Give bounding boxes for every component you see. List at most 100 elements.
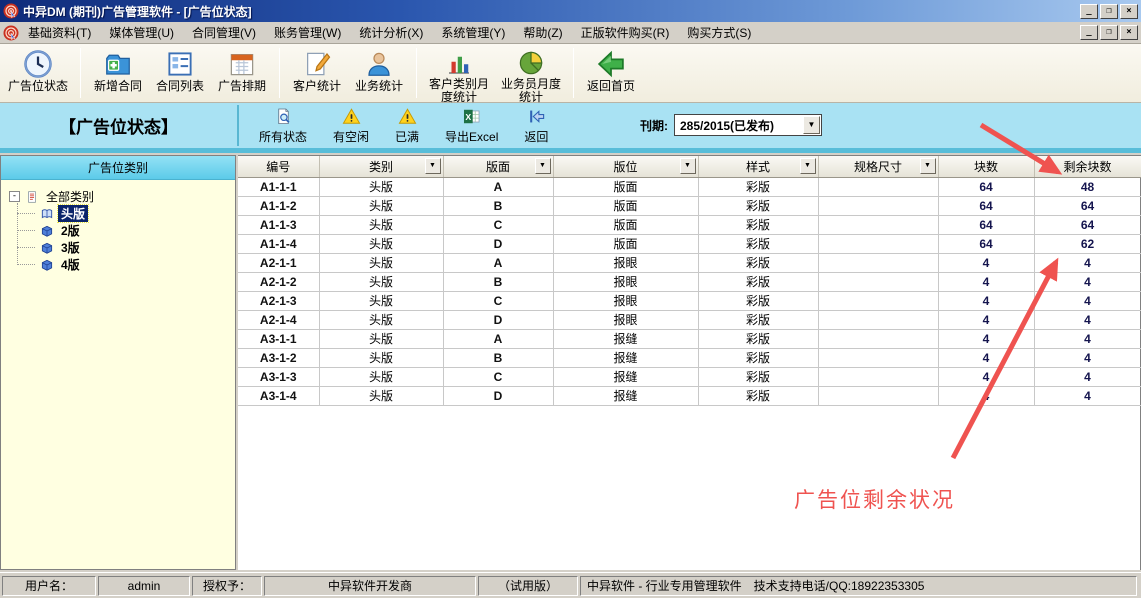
column-header-position[interactable]: 版位 ▼ <box>553 156 698 177</box>
subtoolbar-button-1[interactable]: 所有状态 <box>246 103 320 148</box>
column-header-style[interactable]: 样式 ▼ <box>698 156 818 177</box>
menu-item-2[interactable]: 媒体管理(U) <box>100 21 183 44</box>
status-cell-1: 用户名： <box>2 576 96 596</box>
menu-item-4[interactable]: 账务管理(W) <box>265 21 350 44</box>
cell-style: 彩版 <box>698 329 818 348</box>
column-header-category[interactable]: 类别▼ <box>319 156 443 177</box>
cell-blocks: 4 <box>938 386 1034 405</box>
column-header-id[interactable]: 编号 <box>238 156 319 177</box>
table-row-6[interactable]: A2-1-2头版B报眼彩版44 <box>238 272 1141 291</box>
menu-item-5[interactable]: 统计分析(X) <box>350 21 432 44</box>
table-row-1[interactable]: A1-1-1头版A版面彩版6448 <box>238 177 1141 196</box>
subtoolbar-button-2[interactable]: 有空闲 <box>320 103 382 148</box>
tree-item-root[interactable]: -全部类别 <box>9 188 235 205</box>
pie-chart-icon <box>516 48 546 78</box>
toolbar-button-clock[interactable]: 广告位状态 <box>2 46 74 100</box>
warning-icon <box>342 106 361 126</box>
menu-item-7[interactable]: 帮助(Z) <box>514 21 571 44</box>
column-header-size[interactable]: 规格尺寸▼ <box>818 156 938 177</box>
cell-size <box>818 253 938 272</box>
cell-size <box>818 177 938 196</box>
toolbar-button-category-chart[interactable]: 客户类别月度统计 <box>423 46 495 100</box>
cell-position: 报眼 <box>553 253 698 272</box>
main-toolbar: 广告位状态新增合同合同列表广告排期客户统计业务统计客户类别月度统计业务员月度统计… <box>0 44 1141 103</box>
chevron-down-icon[interactable]: ▼ <box>803 116 820 134</box>
menu-item-9[interactable]: 购买方式(S) <box>678 21 760 44</box>
toolbar-button-new-contract[interactable]: 新增合同 <box>87 46 149 100</box>
cell-position: 版面 <box>553 196 698 215</box>
subtoolbar-button-5[interactable]: 返回 <box>511 103 561 148</box>
back-arrow-icon <box>527 106 546 126</box>
subtoolbar-button-4[interactable]: X导出Excel <box>432 103 511 148</box>
cell-blocks: 4 <box>938 291 1034 310</box>
cell-page: C <box>443 215 553 234</box>
filter-button-size[interactable]: ▼ <box>920 158 936 174</box>
page-title: 【广告位状态】 <box>0 103 237 148</box>
menu-item-6[interactable]: 系统管理(Y) <box>432 21 514 44</box>
cell-page: D <box>443 386 553 405</box>
cell-position: 报眼 <box>553 272 698 291</box>
toolbar-button-contract-list[interactable]: 合同列表 <box>149 46 211 100</box>
column-header-blocks[interactable]: 块数 <box>938 156 1034 177</box>
app-icon <box>3 3 19 19</box>
filter-button-category[interactable]: ▼ <box>425 158 441 174</box>
status-cell-3: 授权予： <box>192 576 262 596</box>
cell-id: A1-1-4 <box>238 234 319 253</box>
tree-item-3[interactable]: 3版 <box>39 239 235 256</box>
book-icon <box>39 224 58 238</box>
column-header-label: 样式 <box>746 160 770 174</box>
sub-toolbar: 【广告位状态】 所有状态有空闲已满X导出Excel返回 刊期: 285/2015… <box>0 103 1141 148</box>
cell-size <box>818 329 938 348</box>
mdi-restore-button[interactable]: ❐ <box>1100 25 1118 40</box>
menu-item-3[interactable]: 合同管理(V) <box>183 21 265 44</box>
table-row-3[interactable]: A1-1-3头版C版面彩版6464 <box>238 215 1141 234</box>
menu-item-8[interactable]: 正版软件购买(R) <box>572 21 679 44</box>
toolbar-button-customer-stats[interactable]: 客户统计 <box>286 46 348 100</box>
toolbar-button-pie-chart[interactable]: 业务员月度统计 <box>495 46 567 100</box>
toolbar-button-business-stats[interactable]: 业务统计 <box>348 46 410 100</box>
cell-category: 头版 <box>319 253 443 272</box>
cell-style: 彩版 <box>698 234 818 253</box>
table-row-10[interactable]: A3-1-2头版B报缝彩版44 <box>238 348 1141 367</box>
table-row-12[interactable]: A3-1-4头版D报缝彩版44 <box>238 386 1141 405</box>
clock-icon <box>23 48 53 80</box>
tree-item-2[interactable]: 2版 <box>39 222 235 239</box>
table-row-8[interactable]: A2-1-4头版D报眼彩版44 <box>238 310 1141 329</box>
column-header-page[interactable]: 版面▼ <box>443 156 553 177</box>
subtoolbar-button-3[interactable]: 已满 <box>382 103 432 148</box>
window-close-button[interactable]: × <box>1120 4 1138 19</box>
column-header-label: 剩余块数 <box>1063 160 1111 174</box>
cell-id: A3-1-4 <box>238 386 319 405</box>
table-row-5[interactable]: A2-1-1头版A报眼彩版44 <box>238 253 1141 272</box>
filter-button-position[interactable]: ▼ <box>680 158 696 174</box>
column-header-remaining[interactable]: 剩余块数 <box>1034 156 1141 177</box>
table-row-2[interactable]: A1-1-2头版B版面彩版6464 <box>238 196 1141 215</box>
column-header-label: 版位 <box>613 160 637 174</box>
table-row-11[interactable]: A3-1-3头版C报缝彩版44 <box>238 367 1141 386</box>
tree-expand-icon[interactable]: - <box>9 191 20 202</box>
mdi-close-button[interactable]: × <box>1120 25 1138 40</box>
issue-period-value: 285/2015(已发布) <box>675 117 803 134</box>
toolbar-button-schedule[interactable]: 广告排期 <box>211 46 273 100</box>
filter-button-page[interactable]: ▼ <box>535 158 551 174</box>
table-row-9[interactable]: A3-1-1头版A报缝彩版44 <box>238 329 1141 348</box>
cell-page: D <box>443 234 553 253</box>
tree-item-label: 4版 <box>58 256 83 273</box>
table-row-4[interactable]: A1-1-4头版D版面彩版6462 <box>238 234 1141 253</box>
cell-size <box>818 310 938 329</box>
tree-item-1[interactable]: 头版 <box>39 205 235 222</box>
tree-item-4[interactable]: 4版 <box>39 256 235 273</box>
toolbar-button-home-arrow[interactable]: 返回首页 <box>580 46 642 100</box>
mdi-child-icon <box>3 25 19 41</box>
table-row-7[interactable]: A2-1-3头版C报眼彩版44 <box>238 291 1141 310</box>
issue-period-select[interactable]: 285/2015(已发布) ▼ <box>674 114 822 136</box>
ad-slot-table: 编号类别▼版面▼版位▼样式▼规格尺寸▼块数剩余块数 A1-1-1头版A版面彩版6… <box>238 156 1141 406</box>
filter-button-style[interactable]: ▼ <box>800 158 816 174</box>
window-minimize-button[interactable]: _ <box>1080 4 1098 19</box>
tree-item-label: 头版 <box>58 205 88 222</box>
cell-style: 彩版 <box>698 348 818 367</box>
menu-item-1[interactable]: 基础资料(T) <box>19 21 100 44</box>
menu-bar: 基础资料(T)媒体管理(U)合同管理(V)账务管理(W)统计分析(X)系统管理(… <box>0 22 1141 44</box>
window-restore-button[interactable]: ❐ <box>1100 4 1118 19</box>
mdi-minimize-button[interactable]: _ <box>1080 25 1098 40</box>
